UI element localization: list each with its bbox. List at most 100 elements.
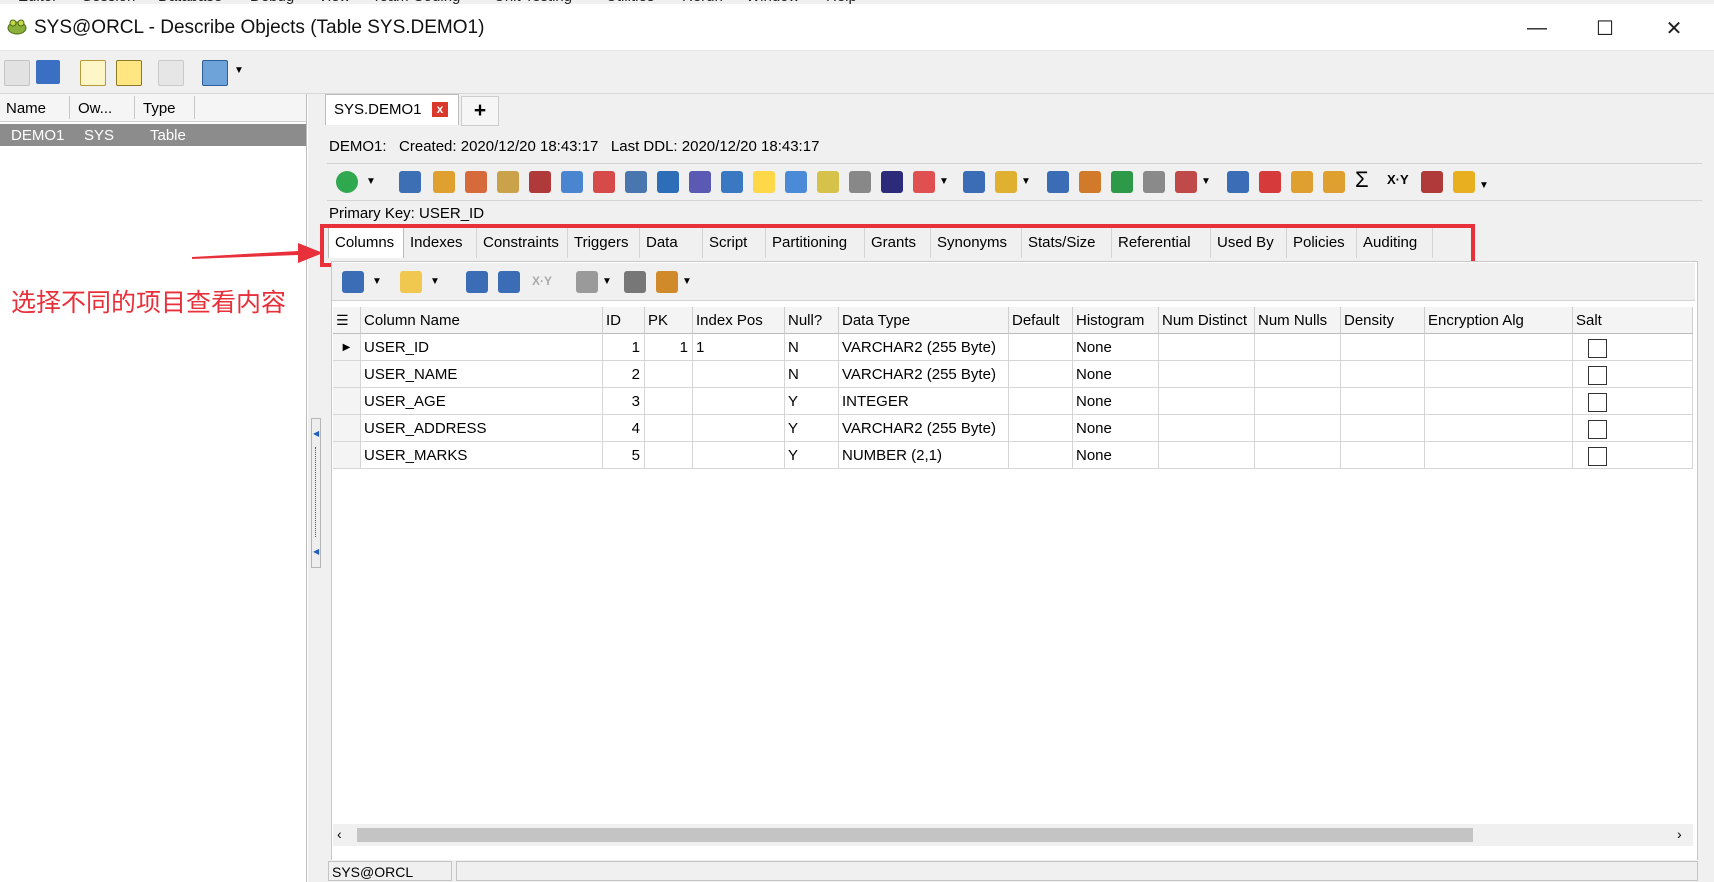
- dropdown-arrow-icon[interactable]: ▼: [430, 276, 440, 287]
- cell-id[interactable]: 4: [603, 415, 645, 442]
- table-row[interactable]: USER_MARKS 5 Y NUMBER (2,1) None: [333, 442, 1693, 469]
- cell-density[interactable]: [1341, 334, 1425, 361]
- print-icon[interactable]: [624, 271, 646, 293]
- add-tab-button[interactable]: +: [461, 96, 499, 126]
- table-row[interactable]: USER_ADDRESS 4 Y VARCHAR2 (255 Byte) Non…: [333, 415, 1693, 442]
- minimize-button[interactable]: —: [1508, 8, 1566, 48]
- cell-id[interactable]: 1: [603, 334, 645, 361]
- comment-icon[interactable]: [400, 271, 422, 293]
- cell-index-pos[interactable]: [693, 415, 785, 442]
- cell-pk[interactable]: 1: [645, 334, 693, 361]
- cell-encryption-alg[interactable]: [1425, 361, 1573, 388]
- cell-histogram[interactable]: None: [1073, 388, 1159, 415]
- cell-histogram[interactable]: None: [1073, 361, 1159, 388]
- table-row[interactable]: USER_NAME 2 N VARCHAR2 (255 Byte) None: [333, 361, 1693, 388]
- cell-data-type[interactable]: INTEGER: [839, 388, 1009, 415]
- cell-null[interactable]: Y: [785, 388, 839, 415]
- tree-icon[interactable]: [1047, 171, 1069, 193]
- cell-id[interactable]: 5: [603, 442, 645, 469]
- cell-histogram[interactable]: None: [1073, 415, 1159, 442]
- text-icon[interactable]: [849, 171, 871, 193]
- xy-icon[interactable]: X·Y: [532, 274, 552, 288]
- edit-pencil-icon[interactable]: [433, 171, 455, 193]
- header-density[interactable]: Density: [1341, 307, 1425, 334]
- object-list-row[interactable]: DEMO1 SYS Table: [0, 124, 306, 146]
- view-icon[interactable]: [202, 60, 228, 86]
- stop-icon[interactable]: [913, 171, 935, 193]
- dropdown-arrow-icon[interactable]: ▼: [682, 276, 692, 287]
- cell-column-name[interactable]: USER_ID: [361, 334, 603, 361]
- cell-column-name[interactable]: USER_MARKS: [361, 442, 603, 469]
- cell-density[interactable]: [1341, 388, 1425, 415]
- drop-icon[interactable]: [497, 171, 519, 193]
- header-column-name[interactable]: Column Name: [361, 307, 603, 334]
- cell-num-distinct[interactable]: [1159, 361, 1255, 388]
- cell-default[interactable]: [1009, 388, 1073, 415]
- refresh-icon[interactable]: [995, 171, 1017, 193]
- table-icon[interactable]: [498, 271, 520, 293]
- cell-default[interactable]: [1009, 334, 1073, 361]
- cell-column-name[interactable]: USER_ADDRESS: [361, 415, 603, 442]
- cell-histogram[interactable]: None: [1073, 442, 1159, 469]
- add-icon[interactable]: [336, 171, 358, 193]
- cell-encryption-alg[interactable]: [1425, 415, 1573, 442]
- add-column-icon[interactable]: [466, 271, 488, 293]
- analyze-icon[interactable]: [625, 171, 647, 193]
- cell-histogram[interactable]: None: [1073, 334, 1159, 361]
- header-id[interactable]: ID: [603, 307, 645, 334]
- collapse-right-icon[interactable]: ◀: [313, 547, 319, 556]
- window-icon[interactable]: [1227, 171, 1249, 193]
- cell-num-nulls[interactable]: [1255, 388, 1341, 415]
- export-icon[interactable]: [1111, 171, 1133, 193]
- close-tab-icon[interactable]: x: [432, 102, 448, 117]
- header-encryption-alg[interactable]: Encryption Alg: [1425, 307, 1573, 334]
- table-row[interactable]: USER_AGE 3 Y INTEGER None: [333, 388, 1693, 415]
- header-data-type[interactable]: Data Type: [839, 307, 1009, 334]
- salt-checkbox[interactable]: [1588, 366, 1607, 385]
- cell-null[interactable]: N: [785, 334, 839, 361]
- salt-checkbox[interactable]: [1588, 447, 1607, 466]
- sql-icon[interactable]: [1259, 171, 1281, 193]
- cell-density[interactable]: [1341, 442, 1425, 469]
- po-icon[interactable]: [689, 171, 711, 193]
- open-folder-icon[interactable]: [4, 60, 30, 86]
- cell-index-pos[interactable]: [693, 442, 785, 469]
- dropdown-arrow-icon[interactable]: ▼: [234, 65, 244, 76]
- cell-pk[interactable]: [645, 361, 693, 388]
- sql-edit-icon[interactable]: [1291, 171, 1313, 193]
- describe-icon[interactable]: [399, 171, 421, 193]
- scroll-left-icon[interactable]: ‹: [337, 826, 342, 842]
- cell-num-distinct[interactable]: [1159, 442, 1255, 469]
- document-icon[interactable]: [116, 60, 142, 86]
- cell-column-name[interactable]: USER_AGE: [361, 388, 603, 415]
- cell-data-type[interactable]: VARCHAR2 (255 Byte): [839, 334, 1009, 361]
- cell-data-type[interactable]: NUMBER (2,1): [839, 442, 1009, 469]
- cell-num-distinct[interactable]: [1159, 388, 1255, 415]
- collapse-left-icon[interactable]: ◀: [313, 429, 319, 438]
- cell-density[interactable]: [1341, 415, 1425, 442]
- list-icon[interactable]: [342, 271, 364, 293]
- code-icon[interactable]: [785, 171, 807, 193]
- cell-encryption-alg[interactable]: [1425, 388, 1573, 415]
- scrollbar-thumb[interactable]: [357, 828, 1473, 842]
- grid-icon[interactable]: [881, 171, 903, 193]
- sum-icon[interactable]: Σ: [1355, 167, 1369, 193]
- cell-num-distinct[interactable]: [1159, 415, 1255, 442]
- chart-icon[interactable]: [1079, 171, 1101, 193]
- cell-index-pos[interactable]: 1: [693, 334, 785, 361]
- dropdown-arrow-icon[interactable]: ▼: [1021, 176, 1031, 187]
- export-icon[interactable]: [656, 271, 678, 293]
- header-pk[interactable]: PK: [645, 307, 693, 334]
- header-histogram[interactable]: Histogram: [1073, 307, 1159, 334]
- header-index-pos[interactable]: Index Pos: [693, 307, 785, 334]
- header-num-nulls[interactable]: Num Nulls: [1255, 307, 1341, 334]
- star-icon[interactable]: [1453, 171, 1475, 193]
- close-button[interactable]: ✕: [1645, 8, 1703, 48]
- grant-icon[interactable]: [593, 171, 615, 193]
- salt-checkbox[interactable]: [1588, 420, 1607, 439]
- column-header-name[interactable]: Name: [6, 100, 46, 117]
- cell-index-pos[interactable]: [693, 361, 785, 388]
- cell-encryption-alg[interactable]: [1425, 334, 1573, 361]
- cell-num-nulls[interactable]: [1255, 415, 1341, 442]
- overflow-icon[interactable]: ▼: [1479, 180, 1489, 191]
